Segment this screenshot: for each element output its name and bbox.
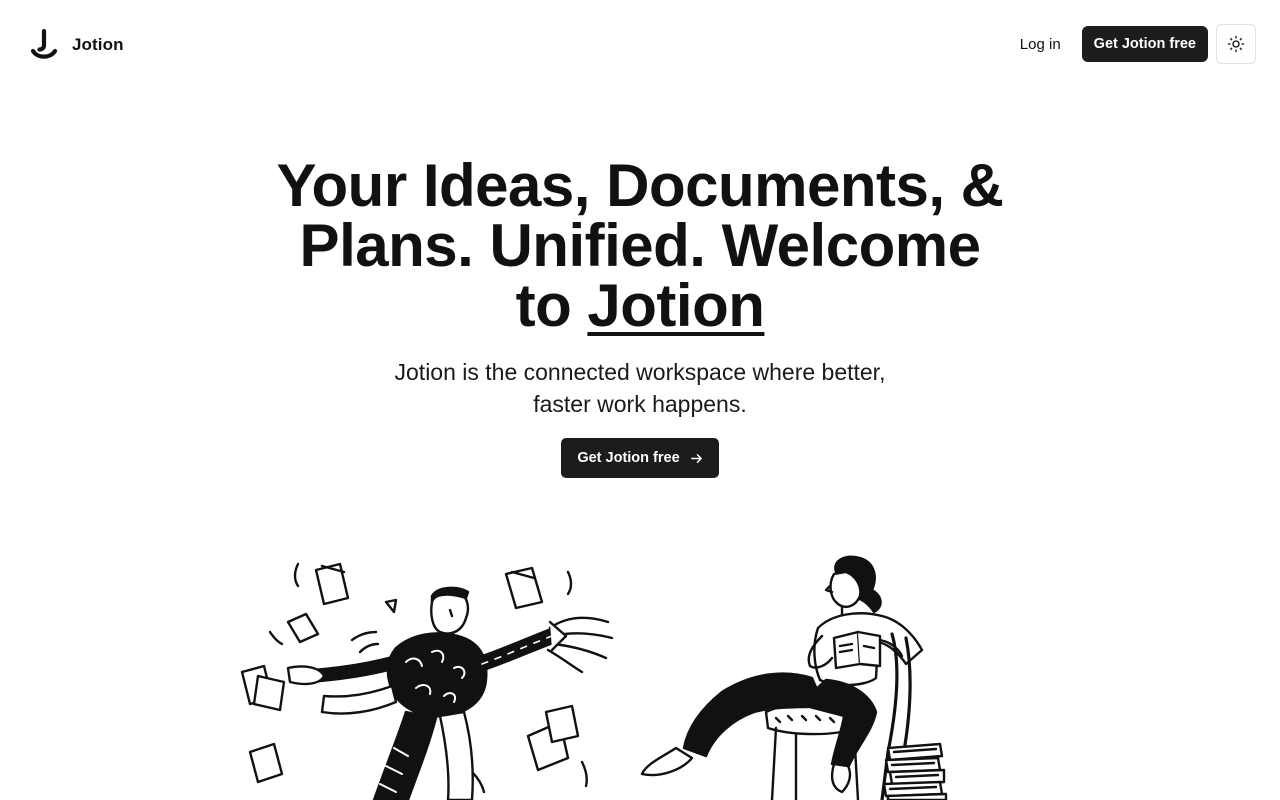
brand-name: Jotion xyxy=(72,35,124,54)
hero-title-line-b: Plans. Unified. Welcome xyxy=(299,212,981,279)
header-actions: Log in Get Jotion free xyxy=(1008,24,1256,64)
person-reading-illustration xyxy=(636,552,956,800)
site-header: Jotion Log in Get Jotion free xyxy=(0,0,1280,88)
arrow-right-icon xyxy=(690,452,703,465)
person-throwing-papers-illustration xyxy=(236,552,626,800)
login-link[interactable]: Log in xyxy=(1008,28,1073,61)
hero-title-brand: Jotion xyxy=(587,272,765,339)
hero-title: Your Ideas, Documents, & Plans. Unified.… xyxy=(240,156,1040,336)
hero-cta-label: Get Jotion free xyxy=(577,450,680,466)
hero-title-line-a: Your Ideas, Documents, & xyxy=(276,152,1004,219)
brand-link[interactable]: Jotion xyxy=(30,28,124,62)
hero-get-started-button[interactable]: Get Jotion free xyxy=(561,438,719,478)
sun-icon xyxy=(1227,35,1245,53)
get-started-button[interactable]: Get Jotion free xyxy=(1081,26,1208,62)
theme-toggle-button[interactable] xyxy=(1216,24,1256,64)
hero-title-to: to xyxy=(515,272,572,339)
hero-section: Your Ideas, Documents, & Plans. Unified.… xyxy=(0,156,1280,478)
jotion-logo-icon xyxy=(30,29,58,61)
hero-subtitle: Jotion is the connected workspace where … xyxy=(394,359,886,417)
